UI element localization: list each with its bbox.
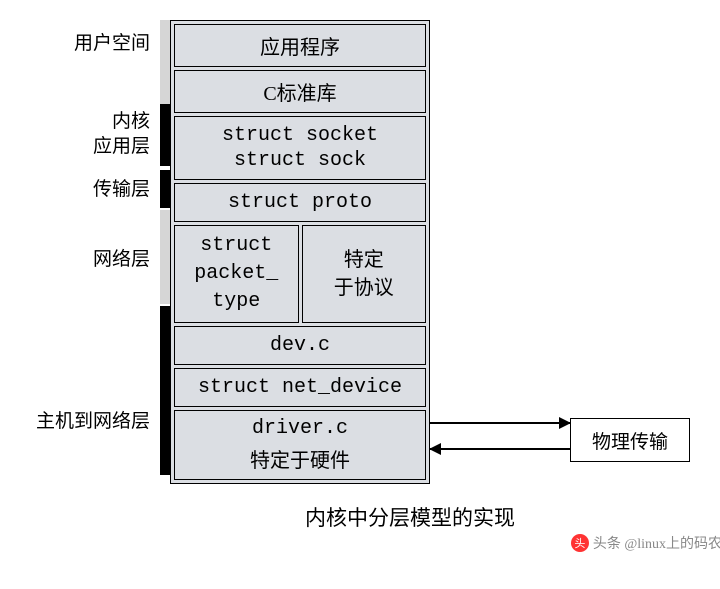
stack-column: 应用程序 C标准库 struct socket struct sock stru… — [170, 20, 430, 484]
bar-user-space — [160, 20, 170, 104]
box-physical-transport: 物理传输 — [570, 418, 690, 462]
arrow-to-physical — [430, 422, 570, 424]
watermark-text: 头条 @linux上的码农 — [593, 533, 720, 553]
right-area: 物理传输 — [430, 20, 700, 475]
box-application: 应用程序 — [174, 24, 426, 67]
text-driver-c: driver.c — [175, 417, 425, 440]
label-kernel-app: 内核应用层 — [93, 110, 150, 159]
bar-network — [160, 210, 170, 304]
watermark: 头 头条 @linux上的码农 — [571, 533, 720, 553]
box-socket: struct socket struct sock — [174, 116, 426, 180]
arrow-from-physical — [430, 448, 570, 450]
label-transport: 传输层 — [93, 174, 150, 201]
box-proto-specific: 特定于协议 — [302, 225, 427, 323]
label-network: 网络层 — [93, 244, 150, 271]
text-struct-socket: struct socket — [222, 123, 378, 148]
label-user-space: 用户空间 — [74, 28, 150, 55]
layer-bars-column — [160, 20, 170, 475]
box-packet-type: structpacket_type — [174, 225, 299, 323]
box-dev-c: dev.c — [174, 326, 426, 365]
bar-host-net — [160, 306, 170, 475]
label-host-net: 主机到网络层 — [36, 406, 150, 433]
box-proto: struct proto — [174, 183, 426, 222]
caption: 内核中分层模型的实现 — [80, 502, 720, 532]
watermark-icon: 头 — [571, 534, 589, 552]
box-driver: driver.c 特定于硬件 — [174, 410, 426, 480]
bar-transport — [160, 170, 170, 208]
bar-kernel-app — [160, 104, 170, 166]
layered-model-diagram: 用户空间 内核应用层 传输层 网络层 主机到网络层 应用程序 C标准库 stru… — [20, 20, 720, 484]
text-hw-specific: 特定于硬件 — [175, 444, 425, 473]
box-net-device: struct net_device — [174, 368, 426, 407]
box-network-row: structpacket_type 特定于协议 — [174, 225, 426, 323]
box-c-stdlib: C标准库 — [174, 70, 426, 113]
layer-labels-column: 用户空间 内核应用层 传输层 网络层 主机到网络层 — [20, 20, 160, 475]
text-struct-sock: struct sock — [222, 148, 378, 173]
